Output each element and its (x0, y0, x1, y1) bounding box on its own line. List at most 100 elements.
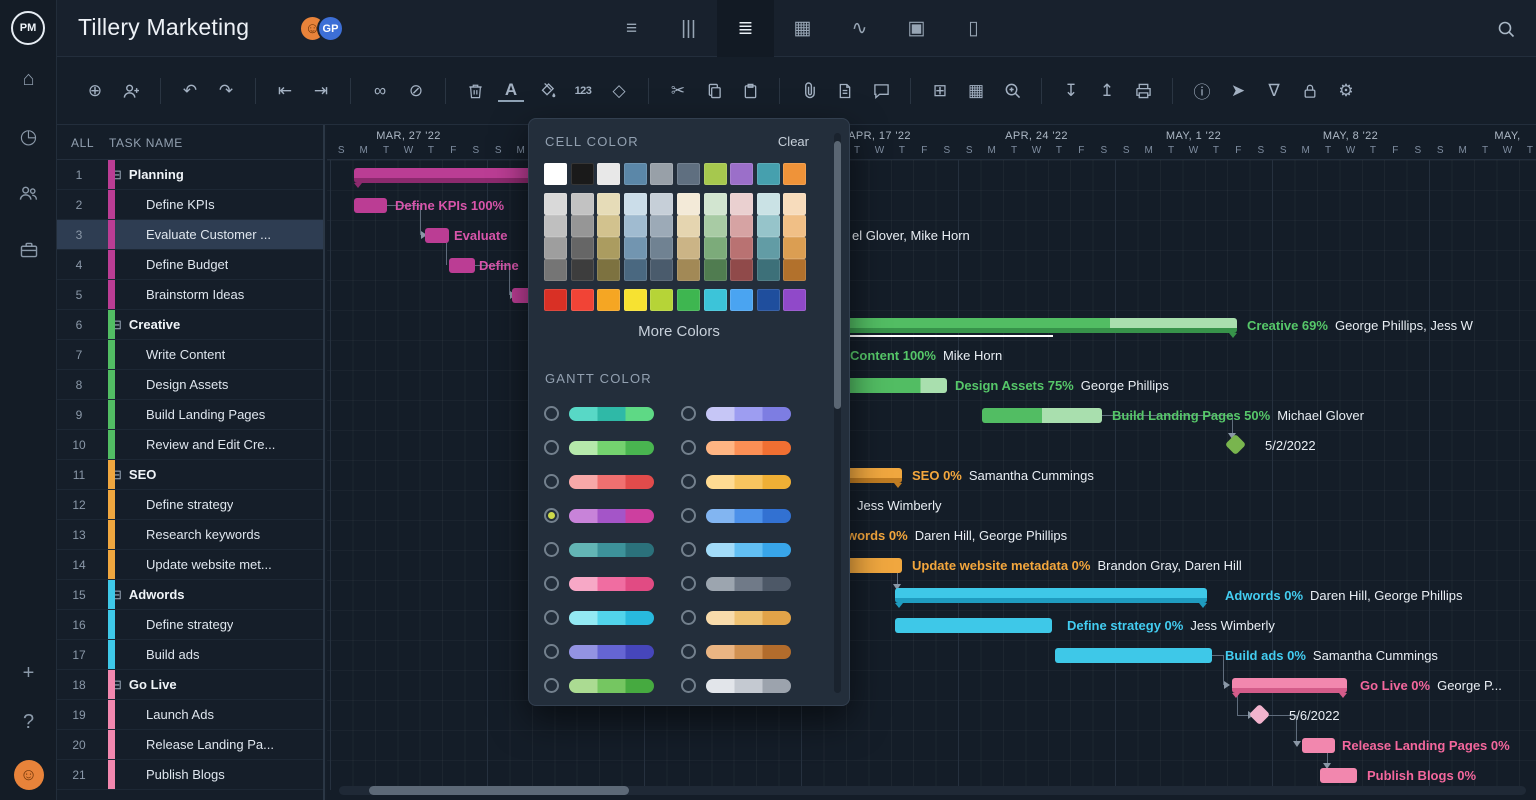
task-row[interactable]: 10Review and Edit Cre... (57, 430, 323, 460)
cell-color-swatch[interactable] (624, 193, 647, 215)
export-button[interactable]: ↥ (1094, 78, 1120, 104)
cell-color-swatch[interactable] (677, 193, 700, 215)
task-row[interactable]: 20Release Landing Pa... (57, 730, 323, 760)
cell-color-swatch[interactable] (730, 237, 753, 259)
undo-button[interactable]: ↶ (177, 78, 203, 104)
cell-color-swatch[interactable] (704, 215, 727, 237)
task-row[interactable]: 9Build Landing Pages (57, 400, 323, 430)
paste-button[interactable] (737, 78, 763, 104)
gantt-color-preview[interactable] (569, 509, 654, 523)
cell-color-swatch[interactable] (783, 259, 806, 281)
popup-scrollbar-thumb[interactable] (834, 141, 841, 409)
activity-view-icon[interactable]: ∿ (831, 0, 888, 57)
gantt-bar[interactable] (354, 198, 387, 213)
help-icon[interactable]: ? (0, 711, 57, 734)
team-icon[interactable] (0, 170, 57, 216)
gantt-color-radio[interactable] (544, 576, 559, 591)
zoom-button[interactable] (999, 78, 1025, 104)
gantt-bar[interactable] (827, 318, 1237, 333)
gantt-color-radio[interactable] (544, 644, 559, 659)
info-button[interactable]: ⓘ (1189, 78, 1215, 104)
cell-color-swatch[interactable] (730, 163, 753, 185)
clear-button[interactable]: Clear (778, 134, 809, 149)
gantt-color-preview[interactable] (569, 543, 654, 557)
doc-view-icon[interactable]: ▯ (945, 0, 1002, 57)
insert-columns-button[interactable]: ⊞ (927, 78, 953, 104)
gantt-bar[interactable] (449, 258, 475, 273)
task-row[interactable]: 8Design Assets (57, 370, 323, 400)
gantt-color-radio[interactable] (681, 576, 696, 591)
cell-color-swatch[interactable] (704, 289, 727, 311)
cell-color-swatch[interactable] (544, 289, 567, 311)
settings-button[interactable]: ⚙ (1333, 78, 1359, 104)
member-avatar-initials[interactable]: GP (317, 15, 344, 42)
milestone-button[interactable]: ◇ (606, 78, 632, 104)
cell-color-swatch[interactable] (730, 259, 753, 281)
cell-color-swatch[interactable] (757, 163, 780, 185)
gantt-bar[interactable] (1320, 768, 1357, 783)
sheet-view-icon[interactable]: ▦ (774, 0, 831, 57)
task-row[interactable]: 12Define strategy (57, 490, 323, 520)
gantt-color-radio[interactable] (681, 542, 696, 557)
gantt-bar[interactable] (895, 618, 1052, 633)
cell-color-swatch[interactable] (704, 193, 727, 215)
cell-color-swatch[interactable] (677, 163, 700, 185)
cell-color-swatch[interactable] (783, 193, 806, 215)
gantt-color-preview[interactable] (569, 407, 654, 421)
cell-color-swatch[interactable] (544, 259, 567, 281)
cell-color-swatch[interactable] (650, 193, 673, 215)
gantt-color-radio[interactable] (544, 406, 559, 421)
cell-color-swatch[interactable] (650, 259, 673, 281)
cell-color-swatch[interactable] (783, 163, 806, 185)
cell-color-swatch[interactable] (783, 237, 806, 259)
font-color-button[interactable]: A (498, 80, 524, 102)
cell-color-swatch[interactable] (704, 163, 727, 185)
cell-color-swatch[interactable] (783, 289, 806, 311)
gantt-color-radio[interactable] (681, 474, 696, 489)
gantt-color-radio[interactable] (544, 678, 559, 693)
gantt-color-radio[interactable] (681, 644, 696, 659)
link-tasks-button[interactable]: ∞ (367, 78, 393, 104)
cell-color-swatch[interactable] (597, 259, 620, 281)
grid-button[interactable]: ▦ (963, 78, 989, 104)
number-format-button[interactable]: 123 (570, 78, 596, 104)
task-row[interactable]: 11⊟SEO (57, 460, 323, 490)
gantt-bar[interactable] (1232, 678, 1347, 693)
task-row[interactable]: 3Evaluate Customer ... (57, 220, 323, 250)
task-row[interactable]: 14Update website met... (57, 550, 323, 580)
cell-color-swatch[interactable] (650, 163, 673, 185)
cell-color-swatch[interactable] (571, 215, 594, 237)
cell-color-swatch[interactable] (704, 237, 727, 259)
cell-color-swatch[interactable] (730, 289, 753, 311)
cell-color-swatch[interactable] (757, 289, 780, 311)
task-row[interactable]: 18⊟Go Live (57, 670, 323, 700)
gantt-color-preview[interactable] (569, 611, 654, 625)
gantt-color-radio[interactable] (544, 440, 559, 455)
portfolio-icon[interactable] (0, 227, 57, 273)
cell-color-swatch[interactable] (597, 215, 620, 237)
share-button[interactable]: ➤ (1225, 78, 1251, 104)
cell-color-swatch[interactable] (624, 237, 647, 259)
task-row[interactable]: 13Research keywords (57, 520, 323, 550)
task-row[interactable]: 2Define KPIs (57, 190, 323, 220)
gantt-color-radio[interactable] (544, 542, 559, 557)
calendar-view-icon[interactable]: ▣ (888, 0, 945, 57)
gantt-color-radio[interactable] (681, 610, 696, 625)
cell-color-swatch[interactable] (677, 289, 700, 311)
gantt-color-radio[interactable] (681, 440, 696, 455)
attach-button[interactable] (796, 78, 822, 104)
recent-icon[interactable]: ◷ (0, 113, 57, 159)
cell-color-swatch[interactable] (650, 289, 673, 311)
gantt-color-preview[interactable] (706, 543, 791, 557)
cell-color-swatch[interactable] (597, 163, 620, 185)
task-row[interactable]: 16Define strategy (57, 610, 323, 640)
cell-color-swatch[interactable] (624, 163, 647, 185)
gantt-color-preview[interactable] (569, 475, 654, 489)
gantt-bar[interactable] (425, 228, 449, 243)
cell-color-swatch[interactable] (677, 237, 700, 259)
cell-color-swatch[interactable] (571, 163, 594, 185)
gantt-color-radio[interactable] (544, 474, 559, 489)
task-row[interactable]: 17Build ads (57, 640, 323, 670)
gantt-color-preview[interactable] (569, 679, 654, 693)
redo-button[interactable]: ↷ (213, 78, 239, 104)
